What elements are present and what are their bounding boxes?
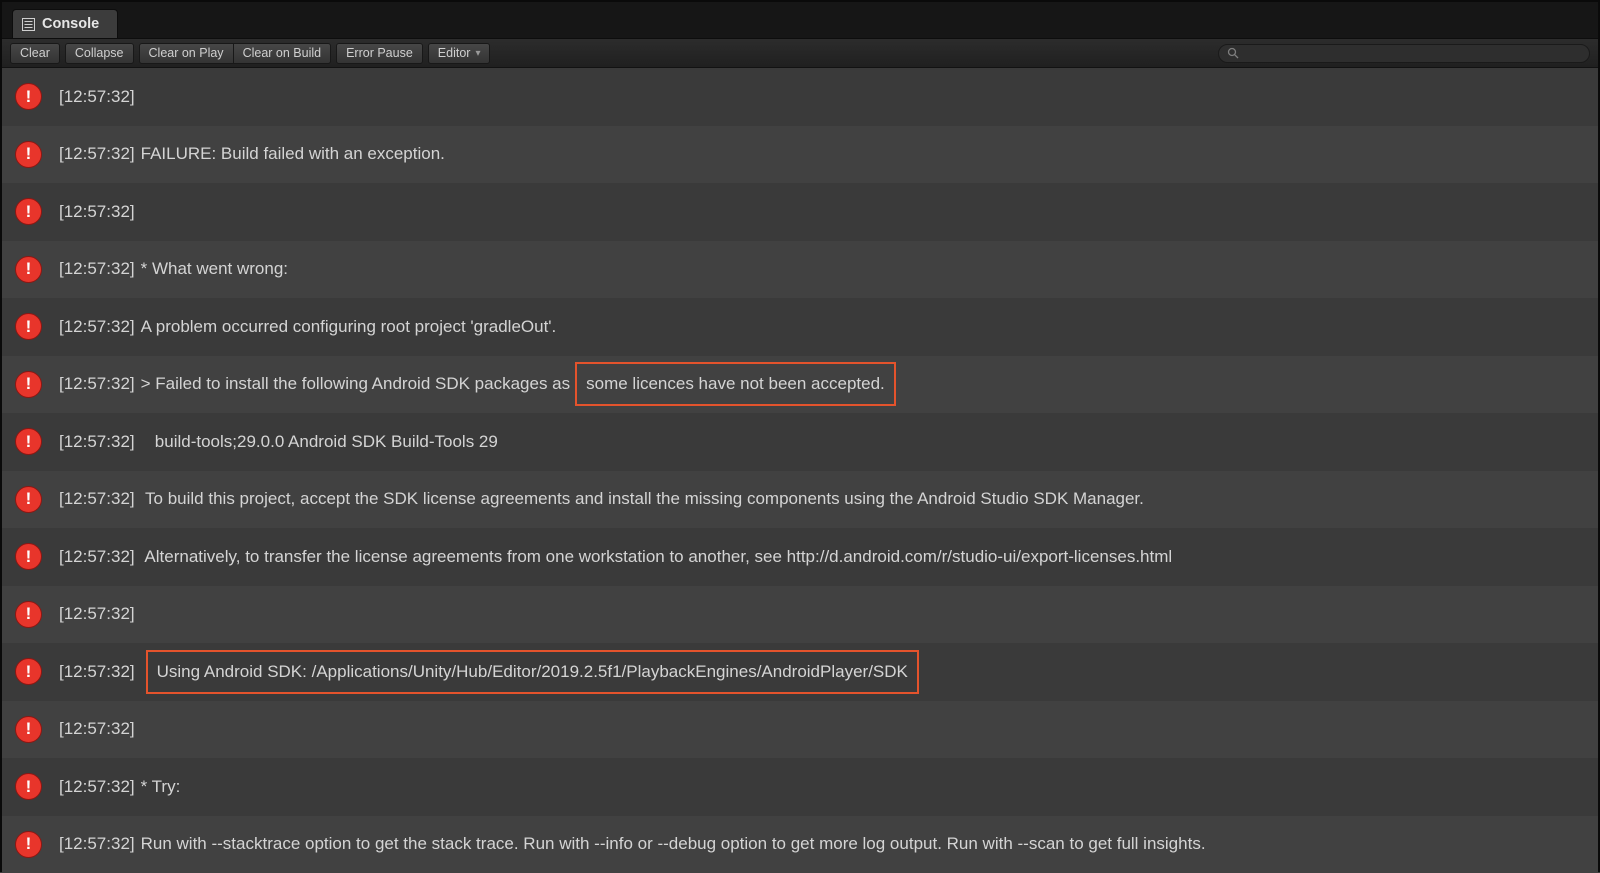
log-timestamp: [12:57:32] <box>59 777 135 797</box>
error-icon: ! <box>15 658 42 685</box>
chevron-down-icon: ▾ <box>475 48 480 59</box>
search-input[interactable] <box>1244 46 1581 60</box>
log-entry[interactable]: ! [12:57:32] build-tools;29.0.0 Android … <box>2 413 1598 471</box>
error-icon: ! <box>15 428 42 455</box>
log-message: * Try: <box>141 777 181 797</box>
log-entry[interactable]: ! [12:57:32] Alternatively, to transfer … <box>2 528 1598 586</box>
search-icon <box>1227 47 1239 59</box>
console-toolbar: Clear Collapse Clear on Play Clear on Bu… <box>2 38 1598 68</box>
log-timestamp: [12:57:32] <box>59 432 135 452</box>
log-entry[interactable]: ! [12:57:32] Using Android SDK: /Applica… <box>2 643 1598 701</box>
console-icon <box>22 18 35 31</box>
editor-dropdown-label: Editor <box>438 46 471 60</box>
log-entry[interactable]: ! [12:57:32] To build this project, acce… <box>2 471 1598 529</box>
error-icon: ! <box>15 716 42 743</box>
error-icon: ! <box>15 543 42 570</box>
tab-bar: Console <box>2 2 1598 38</box>
log-timestamp: [12:57:32] <box>59 374 135 394</box>
log-timestamp: [12:57:32] <box>59 834 135 854</box>
error-icon: ! <box>15 831 42 858</box>
log-entry[interactable]: ! [12:57:32] <box>2 183 1598 241</box>
log-entry[interactable]: ! [12:57:32] <box>2 68 1598 126</box>
log-message: FAILURE: Build failed with an exception. <box>141 144 445 164</box>
error-icon: ! <box>15 256 42 283</box>
log-timestamp: [12:57:32] <box>59 719 135 739</box>
log-timestamp: [12:57:32] <box>59 489 135 509</box>
log-message: build-tools;29.0.0 Android SDK Build-Too… <box>141 432 498 452</box>
error-icon: ! <box>15 371 42 398</box>
log-timestamp: [12:57:32] <box>59 662 135 682</box>
log-entry[interactable]: ! [12:57:32] Run with --stacktrace optio… <box>2 816 1598 873</box>
log-message: Alternatively, to transfer the license a… <box>141 547 1173 567</box>
console-log-list: ! [12:57:32] ! [12:57:32] FAILURE: Build… <box>2 68 1598 873</box>
tab-label: Console <box>42 16 99 32</box>
error-icon: ! <box>15 198 42 225</box>
clear-toggle-group: Clear on Play Clear on Build <box>139 43 332 64</box>
clear-on-play-button[interactable]: Clear on Play <box>139 43 234 64</box>
error-icon: ! <box>15 141 42 168</box>
log-entry[interactable]: ! [12:57:32] A problem occurred configur… <box>2 298 1598 356</box>
log-entry[interactable]: ! [12:57:32] <box>2 586 1598 644</box>
tab-console[interactable]: Console <box>12 9 118 38</box>
log-timestamp: [12:57:32] <box>59 317 135 337</box>
error-pause-button[interactable]: Error Pause <box>336 43 423 64</box>
error-icon: ! <box>15 83 42 110</box>
error-icon: ! <box>15 486 42 513</box>
console-search-field[interactable] <box>1218 44 1590 63</box>
log-message: > Failed to install the following Androi… <box>141 374 571 394</box>
error-icon: ! <box>15 601 42 628</box>
log-message: A problem occurred configuring root proj… <box>141 317 557 337</box>
log-timestamp: [12:57:32] <box>59 547 135 567</box>
log-entry[interactable]: ! [12:57:32] <box>2 701 1598 759</box>
editor-dropdown[interactable]: Editor ▾ <box>428 43 491 64</box>
log-entry[interactable]: ! [12:57:32] FAILURE: Build failed with … <box>2 126 1598 184</box>
collapse-button[interactable]: Collapse <box>65 43 134 64</box>
log-timestamp: [12:57:32] <box>59 87 135 107</box>
log-message: * What went wrong: <box>141 259 288 279</box>
log-entry[interactable]: ! [12:57:32] * Try: <box>2 758 1598 816</box>
log-timestamp: [12:57:32] <box>59 144 135 164</box>
error-icon: ! <box>15 773 42 800</box>
error-icon: ! <box>15 313 42 340</box>
log-entry[interactable]: ! [12:57:32] > Failed to install the fol… <box>2 356 1598 414</box>
clear-button[interactable]: Clear <box>10 43 60 64</box>
log-timestamp: [12:57:32] <box>59 604 135 624</box>
log-timestamp: [12:57:32] <box>59 259 135 279</box>
log-message: To build this project, accept the SDK li… <box>141 489 1144 509</box>
log-message-highlight: Using Android SDK: /Applications/Unity/H… <box>146 650 919 694</box>
log-message: Run with --stacktrace option to get the … <box>141 834 1206 854</box>
log-timestamp: [12:57:32] <box>59 202 135 222</box>
log-message-highlight: some licences have not been accepted. <box>575 362 896 406</box>
clear-on-build-button[interactable]: Clear on Build <box>234 43 332 64</box>
log-entry[interactable]: ! [12:57:32] * What went wrong: <box>2 241 1598 299</box>
